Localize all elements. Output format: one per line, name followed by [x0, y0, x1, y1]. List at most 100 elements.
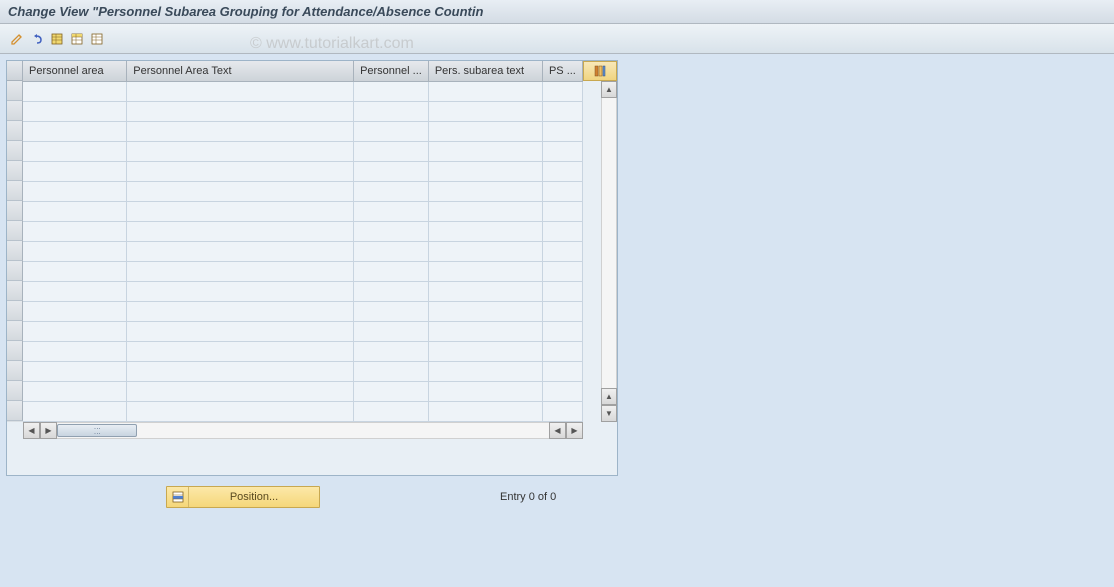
cell-input[interactable]	[27, 202, 122, 220]
cell-input[interactable]	[131, 402, 349, 420]
table-cell[interactable]	[542, 321, 582, 341]
cell-input[interactable]	[547, 202, 578, 220]
table-cell[interactable]	[542, 261, 582, 281]
cell-input[interactable]	[358, 322, 424, 340]
column-header-personnel-subarea[interactable]: Personnel ...	[354, 61, 429, 81]
table-cell[interactable]	[542, 161, 582, 181]
table-cell[interactable]	[23, 381, 127, 401]
column-header-ps-grouping[interactable]: PS ...	[542, 61, 582, 81]
table-cell[interactable]	[542, 81, 582, 101]
table-cell[interactable]	[23, 81, 127, 101]
table-cell[interactable]	[127, 241, 354, 261]
table-cell[interactable]	[23, 301, 127, 321]
table-cell[interactable]	[428, 81, 542, 101]
cell-input[interactable]	[131, 302, 349, 320]
cell-input[interactable]	[547, 182, 578, 200]
cell-input[interactable]	[27, 262, 122, 280]
table-cell[interactable]	[354, 221, 429, 241]
table-cell[interactable]	[127, 281, 354, 301]
scroll-left-button-2[interactable]: ▶	[40, 422, 57, 439]
table-cell[interactable]	[542, 221, 582, 241]
table-cell[interactable]	[354, 321, 429, 341]
cell-input[interactable]	[433, 202, 538, 220]
table-cell[interactable]	[542, 401, 582, 421]
table-cell[interactable]	[23, 141, 127, 161]
cell-input[interactable]	[433, 402, 538, 420]
table-cell[interactable]	[428, 361, 542, 381]
cell-input[interactable]	[547, 242, 578, 260]
table-cell[interactable]	[428, 261, 542, 281]
cell-input[interactable]	[547, 142, 578, 160]
cell-input[interactable]	[547, 302, 578, 320]
cell-input[interactable]	[358, 102, 424, 120]
table-cell[interactable]	[428, 101, 542, 121]
table-cell[interactable]	[127, 361, 354, 381]
cell-input[interactable]	[27, 242, 122, 260]
cell-input[interactable]	[27, 222, 122, 240]
cell-input[interactable]	[547, 362, 578, 380]
cell-input[interactable]	[131, 202, 349, 220]
cell-input[interactable]	[433, 382, 538, 400]
table-cell[interactable]	[354, 341, 429, 361]
cell-input[interactable]	[131, 82, 349, 100]
table-cell[interactable]	[354, 241, 429, 261]
table-cell[interactable]	[354, 361, 429, 381]
cell-input[interactable]	[131, 102, 349, 120]
table-cell[interactable]	[23, 341, 127, 361]
table-cell[interactable]	[428, 121, 542, 141]
column-header-personnel-area[interactable]: Personnel area	[23, 61, 127, 81]
row-selector[interactable]	[7, 341, 23, 361]
row-selector[interactable]	[7, 161, 23, 181]
cell-input[interactable]	[433, 142, 538, 160]
cell-input[interactable]	[547, 222, 578, 240]
position-button[interactable]: Position...	[166, 486, 320, 508]
horizontal-scrollbar-track[interactable]	[57, 422, 549, 439]
cell-input[interactable]	[131, 342, 349, 360]
row-selector[interactable]	[7, 181, 23, 201]
cell-input[interactable]	[547, 322, 578, 340]
cell-input[interactable]	[547, 102, 578, 120]
table-cell[interactable]	[354, 101, 429, 121]
table-cell[interactable]	[354, 121, 429, 141]
cell-input[interactable]	[27, 362, 122, 380]
cell-input[interactable]	[433, 162, 538, 180]
cell-input[interactable]	[547, 82, 578, 100]
cell-input[interactable]	[27, 142, 122, 160]
cell-input[interactable]	[131, 162, 349, 180]
table-cell[interactable]	[542, 361, 582, 381]
cell-input[interactable]	[27, 162, 122, 180]
table-cell[interactable]	[354, 141, 429, 161]
table-cell[interactable]	[428, 341, 542, 361]
scroll-right-button[interactable]: ▶	[566, 422, 583, 439]
table-cell[interactable]	[354, 301, 429, 321]
cell-input[interactable]	[27, 282, 122, 300]
table-cell[interactable]	[428, 201, 542, 221]
table-cell[interactable]	[23, 101, 127, 121]
row-selector[interactable]	[7, 141, 23, 161]
table-cell[interactable]	[354, 181, 429, 201]
deselect-button[interactable]	[88, 30, 106, 48]
horizontal-scrollbar-thumb[interactable]	[57, 424, 137, 437]
select-block-button[interactable]	[68, 30, 86, 48]
row-selector[interactable]	[7, 401, 23, 421]
cell-input[interactable]	[433, 342, 538, 360]
table-cell[interactable]	[23, 401, 127, 421]
cell-input[interactable]	[547, 162, 578, 180]
cell-input[interactable]	[27, 122, 122, 140]
cell-input[interactable]	[547, 122, 578, 140]
cell-input[interactable]	[131, 182, 349, 200]
cell-input[interactable]	[358, 402, 424, 420]
cell-input[interactable]	[131, 122, 349, 140]
cell-input[interactable]	[358, 302, 424, 320]
table-cell[interactable]	[542, 381, 582, 401]
row-selector[interactable]	[7, 301, 23, 321]
cell-input[interactable]	[27, 402, 122, 420]
table-cell[interactable]	[542, 341, 582, 361]
table-cell[interactable]	[127, 101, 354, 121]
table-cell[interactable]	[127, 301, 354, 321]
table-cell[interactable]	[428, 401, 542, 421]
cell-input[interactable]	[131, 362, 349, 380]
scroll-left-button[interactable]: ◀	[23, 422, 40, 439]
row-selector[interactable]	[7, 381, 23, 401]
row-selector[interactable]	[7, 281, 23, 301]
